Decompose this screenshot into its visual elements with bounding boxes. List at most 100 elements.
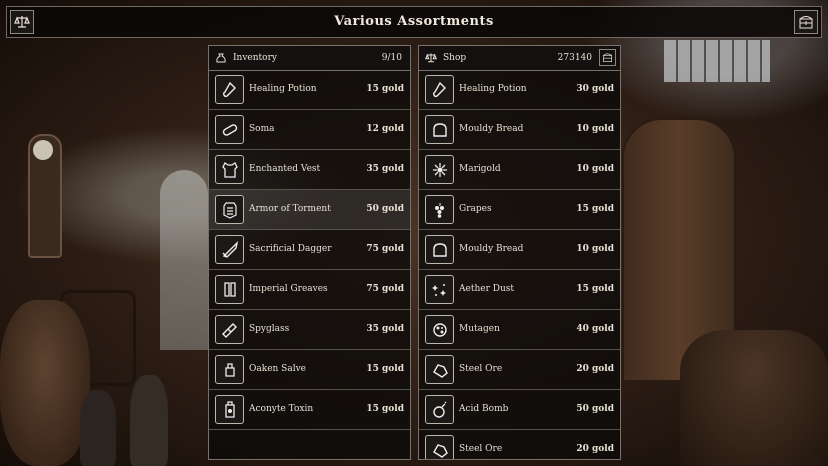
inventory-item-name: Armor of Torment — [249, 204, 331, 214]
shop-item-price: 50 gold — [576, 404, 614, 414]
inventory-item-price: 15 gold — [366, 84, 404, 94]
inventory-item-row[interactable]: Oaken Salve 15 gold — [209, 350, 410, 390]
inventory-item-price: 15 gold — [366, 364, 404, 374]
inventory-item-row[interactable]: Imperial Greaves 75 gold — [209, 270, 410, 310]
inventory-item-name: Imperial Greaves — [249, 284, 328, 294]
shop-header: Shop 273140 — [419, 46, 620, 71]
inventory-item-name: Spyglass — [249, 324, 290, 334]
toxin-icon — [215, 395, 244, 424]
inventory-item-name: Healing Potion — [249, 84, 317, 94]
balance-scale-icon — [423, 50, 439, 66]
background-bottle — [130, 375, 168, 466]
inventory-item-row[interactable]: Enchanted Vest 35 gold — [209, 150, 410, 190]
bomb-icon — [425, 395, 454, 424]
shop-item-price: 15 gold — [576, 284, 614, 294]
shop-item-price: 20 gold — [576, 444, 614, 454]
background-clock — [28, 134, 62, 258]
shop-item-row[interactable]: Mouldy Bread 10 gold — [419, 230, 620, 270]
inventory-item-price: 50 gold — [366, 204, 404, 214]
mutagen-icon — [425, 315, 454, 344]
shop-item-name: Aether Dust — [459, 284, 514, 294]
shop-item-name: Mutagen — [459, 324, 500, 334]
vest-icon — [215, 155, 244, 184]
shop-item-name: Mouldy Bread — [459, 244, 524, 254]
inventory-item-name: Oaken Salve — [249, 364, 307, 374]
inventory-item-row[interactable]: Sacrificial Dagger 75 gold — [209, 230, 410, 270]
pill-icon — [215, 115, 244, 144]
shop-item-price: 40 gold — [576, 324, 614, 334]
inventory-item-name: Aconyte Toxin — [249, 404, 314, 414]
background-clock-face — [33, 140, 53, 160]
shop-item-name: Grapes — [459, 204, 492, 214]
background-window — [664, 40, 770, 82]
ore-icon — [425, 355, 454, 384]
inventory-item-row[interactable]: Aconyte Toxin 15 gold — [209, 390, 410, 430]
shop-item-name: Mouldy Bread — [459, 124, 524, 134]
shop-item-row[interactable]: Steel Ore 20 gold — [419, 430, 620, 459]
chest-icon[interactable] — [794, 10, 818, 34]
inventory-header: Inventory 9/10 — [209, 46, 410, 71]
dust-icon — [425, 275, 454, 304]
shop-panel: Shop 273140 Healing Potion 30 gold Mouldy … — [418, 45, 621, 460]
shop-item-price: 20 gold — [576, 364, 614, 374]
shop-item-name: Steel Ore — [459, 364, 503, 374]
shop-gold: 273140 — [557, 53, 592, 63]
inventory-item-name: Sacrificial Dagger — [249, 244, 332, 254]
shop-item-row[interactable]: Grapes 15 gold — [419, 190, 620, 230]
inventory-item-name: Soma — [249, 124, 275, 134]
shop-item-row[interactable]: Acid Bomb 50 gold — [419, 390, 620, 430]
shop-item-name: Healing Potion — [459, 84, 527, 94]
background-bottle — [80, 390, 116, 466]
background-barrel — [0, 300, 90, 466]
inventory-item-price: 15 gold — [366, 404, 404, 414]
shop-item-price: 10 gold — [576, 244, 614, 254]
shop-item-row[interactable]: Mutagen 40 gold — [419, 310, 620, 350]
shop-item-row[interactable]: Steel Ore 20 gold — [419, 350, 620, 390]
shop-item-price: 10 gold — [576, 164, 614, 174]
window-title: Various Assortments — [334, 14, 494, 29]
shop-item-price: 15 gold — [576, 204, 614, 214]
shop-item-price: 30 gold — [576, 84, 614, 94]
bread-icon — [425, 235, 454, 264]
potion-icon — [215, 75, 244, 104]
inventory-panel: Inventory 9/10 Healing Potion 15 gold Soma… — [208, 45, 411, 460]
inventory-item-price: 75 gold — [366, 244, 404, 254]
bread-icon — [425, 115, 454, 144]
dagger-icon — [215, 235, 244, 264]
inventory-item-row[interactable]: Spyglass 35 gold — [209, 310, 410, 350]
shop-item-row[interactable]: Mouldy Bread 10 gold — [419, 110, 620, 150]
inventory-item-price: 35 gold — [366, 164, 404, 174]
flower-icon — [425, 155, 454, 184]
chest-icon[interactable] — [599, 49, 616, 66]
background-basket — [680, 330, 828, 466]
shop-item-name: Acid Bomb — [459, 404, 509, 414]
shop-item-price: 10 gold — [576, 124, 614, 134]
inventory-title: Inventory — [233, 53, 277, 63]
inventory-item-price: 75 gold — [366, 284, 404, 294]
grapes-icon — [425, 195, 454, 224]
salve-icon — [215, 355, 244, 384]
inventory-item-price: 35 gold — [366, 324, 404, 334]
shop-item-row[interactable]: Healing Potion 30 gold — [419, 70, 620, 110]
shop-item-row[interactable]: Aether Dust 15 gold — [419, 270, 620, 310]
shop-item-name: Steel Ore — [459, 444, 503, 454]
pouch-icon — [213, 50, 229, 66]
spyglass-icon — [215, 315, 244, 344]
inventory-item-row[interactable]: Healing Potion 15 gold — [209, 70, 410, 110]
shop-item-row[interactable]: Marigold 10 gold — [419, 150, 620, 190]
inventory-count: 9/10 — [381, 53, 402, 63]
armor-icon — [215, 195, 244, 224]
inventory-item-price: 12 gold — [366, 124, 404, 134]
inventory-item-row[interactable]: Armor of Torment 50 gold — [209, 190, 410, 230]
background-chair — [60, 290, 136, 386]
shop-title: Shop — [443, 53, 467, 63]
background-cabinet — [622, 118, 736, 382]
background-doorway — [160, 170, 208, 350]
inventory-item-name: Enchanted Vest — [249, 164, 321, 174]
title-bar: Various Assortments — [6, 6, 822, 38]
shop-item-name: Marigold — [459, 164, 501, 174]
potion-icon — [425, 75, 454, 104]
greaves-icon — [215, 275, 244, 304]
inventory-item-row[interactable]: Soma 12 gold — [209, 110, 410, 150]
ore-icon — [425, 435, 454, 459]
